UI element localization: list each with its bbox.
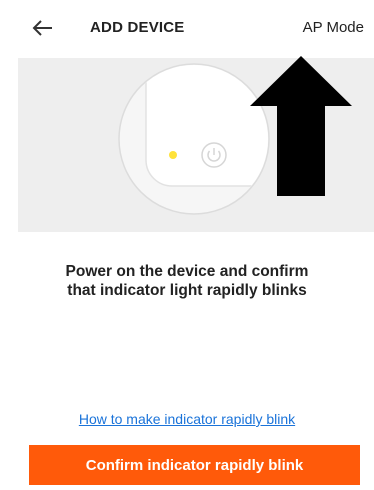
- instruction-line-2: that indicator light rapidly blinks: [67, 282, 307, 299]
- help-link[interactable]: How to make indicator rapidly blink: [0, 411, 374, 427]
- instruction-text: Power on the device and confirm that ind…: [0, 262, 374, 300]
- indicator-light: [169, 151, 177, 159]
- header: ADD DEVICE AP Mode: [0, 0, 374, 58]
- page-title: ADD DEVICE: [90, 19, 185, 36]
- arrow-left-icon: [32, 20, 52, 36]
- instruction-line-1: Power on the device and confirm: [65, 263, 309, 280]
- add-device-screen: ADD DEVICE AP Mode Power on the device a…: [0, 0, 374, 490]
- confirm-button[interactable]: Confirm indicator rapidly blink: [29, 445, 360, 485]
- arrow-up-icon: [250, 56, 352, 196]
- back-button[interactable]: [30, 15, 56, 41]
- ap-mode-button[interactable]: AP Mode: [303, 19, 364, 36]
